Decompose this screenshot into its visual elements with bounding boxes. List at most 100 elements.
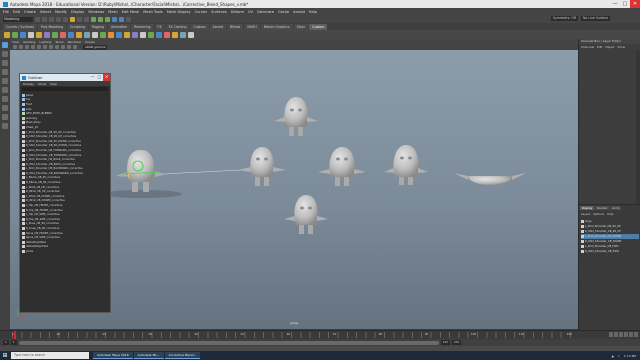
windows-start-icon[interactable]: ⊞ [0, 351, 10, 360]
taskbar-task[interactable]: Corrective Blend... [164, 352, 201, 359]
symmetry-dropdown[interactable]: Symmetry: Off [550, 16, 578, 21]
outliner-maximize-button[interactable]: □ [96, 74, 103, 81]
select-object-icon[interactable] [77, 16, 82, 22]
close-button[interactable]: ✕ [630, 0, 640, 8]
shelf-tab[interactable]: XGen [293, 23, 309, 30]
shelf-tab[interactable]: FX Caching [165, 23, 190, 30]
side-tabs[interactable] [636, 51, 640, 211]
minimize-button[interactable]: — [610, 0, 620, 8]
menu-item[interactable]: Generate [257, 10, 274, 14]
shelf-tab[interactable]: Motion Graphics [260, 23, 293, 30]
shelf-tool-icon[interactable] [12, 31, 18, 38]
shelf-tool-icon[interactable] [180, 31, 186, 38]
menu-item[interactable]: Mesh Display [167, 10, 191, 14]
animation-start-field[interactable]: 1 [3, 340, 9, 345]
range-end-field[interactable]: 120 [440, 340, 450, 345]
shelf-tool-icon[interactable] [172, 31, 178, 38]
menu-item[interactable]: Select [40, 10, 51, 14]
shelf-tool-icon[interactable] [36, 31, 42, 38]
shadows-icon[interactable] [61, 45, 65, 49]
panel-menu-item[interactable]: Lighting [39, 40, 51, 44]
xray-icon[interactable] [73, 45, 77, 49]
menu-item[interactable]: Deform [231, 10, 244, 14]
undo-icon[interactable] [56, 16, 61, 22]
outliner-close-button[interactable]: ✕ [103, 74, 110, 81]
panel-menu-item[interactable]: Renderer [68, 40, 82, 44]
lasso-tool-icon[interactable] [2, 51, 8, 57]
select-tool-icon[interactable] [2, 42, 8, 48]
menuset-selector[interactable]: Modeling [3, 16, 33, 22]
clock[interactable]: 1:13 PM [624, 354, 636, 358]
isolate-select-icon[interactable] [67, 45, 71, 49]
outliner-menu-item[interactable]: Show [38, 82, 46, 86]
blendshape-mesh-flat[interactable] [454, 173, 526, 185]
blendshape-mesh-bottom[interactable] [284, 195, 328, 234]
menu-item[interactable]: UV [248, 10, 253, 14]
layout-outliner-icon[interactable] [2, 123, 8, 129]
camera-icon[interactable] [13, 45, 17, 49]
visibility-icon[interactable] [581, 220, 584, 223]
layer-menu-item[interactable]: Options [593, 212, 604, 216]
shelf-tool-icon[interactable] [92, 31, 98, 38]
channel-box-menu-item[interactable]: Channels [581, 45, 594, 49]
shelf-tab[interactable]: MASH [244, 23, 260, 30]
shelf-tab[interactable]: Arnold [209, 23, 227, 30]
shelf-tool-icon[interactable] [20, 31, 26, 38]
shelf-tool-icon[interactable] [60, 31, 66, 38]
shelf-tool-icon[interactable] [188, 31, 194, 38]
time-slider[interactable]: 1 10 20 30 40 50 60 70 80 90 100 110 120 [0, 330, 640, 339]
shelf-tool-icon[interactable] [68, 31, 74, 38]
menu-item[interactable]: Windows [88, 10, 104, 14]
select-hierarchy-icon[interactable] [70, 16, 75, 22]
outliner-window[interactable]: Outliner — □ ✕ Display Show Help persp top f… [19, 73, 111, 313]
network-icon[interactable]: ▲ [612, 354, 614, 358]
shelf-tab[interactable]: Custom [190, 23, 209, 30]
shelf-tab[interactable]: Curves / Surfaces [3, 23, 37, 30]
menu-item[interactable]: Edit Mesh [122, 10, 140, 14]
panel-menu-item[interactable]: Panels [85, 40, 95, 44]
shelf-tool-icon[interactable] [116, 31, 122, 38]
shelf-tab[interactable]: Rigging [88, 23, 107, 30]
render-icon[interactable] [112, 16, 117, 22]
blendshape-mesh-3[interactable] [384, 145, 428, 185]
layer-tab[interactable]: Display [580, 206, 595, 210]
shelf-tab[interactable]: Custom [309, 23, 328, 30]
outliner-row[interactable]: joints [22, 249, 108, 254]
menu-item[interactable]: Edit [13, 10, 20, 14]
blendshape-mesh-2[interactable] [318, 147, 366, 186]
outliner-menu-item[interactable]: Display [23, 82, 34, 86]
visibility-icon[interactable] [581, 235, 584, 238]
outliner-minimize-button[interactable]: — [89, 74, 96, 81]
move-tool-icon[interactable] [2, 69, 8, 75]
wireframe-icon[interactable] [37, 45, 41, 49]
volume-icon[interactable]: ♪ [618, 354, 620, 358]
shelf-tool-icon[interactable] [140, 31, 146, 38]
layout-single-icon[interactable] [2, 105, 8, 111]
layer-menu-item[interactable]: Layers [581, 212, 590, 216]
channel-box-menu-item[interactable]: Show [617, 45, 625, 49]
step-back-icon[interactable] [614, 332, 618, 337]
paint-select-icon[interactable] [2, 60, 8, 66]
shelf-tool-icon[interactable] [108, 31, 114, 38]
camera-attributes-icon[interactable] [19, 45, 23, 49]
outliner-titlebar[interactable]: Outliner — □ ✕ [20, 74, 110, 81]
channel-box-menu-item[interactable]: Object [605, 45, 614, 49]
textured-icon[interactable] [49, 45, 53, 49]
layer-menu-item[interactable]: Help [607, 212, 613, 216]
taskbar-search-input[interactable]: Type here to search [11, 352, 89, 359]
go-to-end-icon[interactable] [634, 332, 638, 337]
lights-icon[interactable] [55, 45, 59, 49]
menu-item[interactable]: Arnold [293, 10, 305, 14]
colorspace-dropdown[interactable]: sRGB gamma [83, 44, 108, 50]
shelf-tab[interactable]: Bifrost [227, 23, 244, 30]
bookmark-icon[interactable] [25, 45, 29, 49]
snap-grid-icon[interactable] [91, 16, 96, 22]
shelf-tool-icon[interactable] [156, 31, 162, 38]
scale-tool-icon[interactable] [2, 87, 8, 93]
menu-item[interactable]: Mesh Tools [143, 10, 162, 14]
play-forward-icon[interactable] [624, 332, 628, 337]
shelf-tool-icon[interactable] [44, 31, 50, 38]
menu-item[interactable]: Curves [195, 10, 207, 14]
outliner-search-field[interactable] [22, 87, 108, 91]
shelf-tab[interactable]: Rendering [131, 23, 154, 30]
